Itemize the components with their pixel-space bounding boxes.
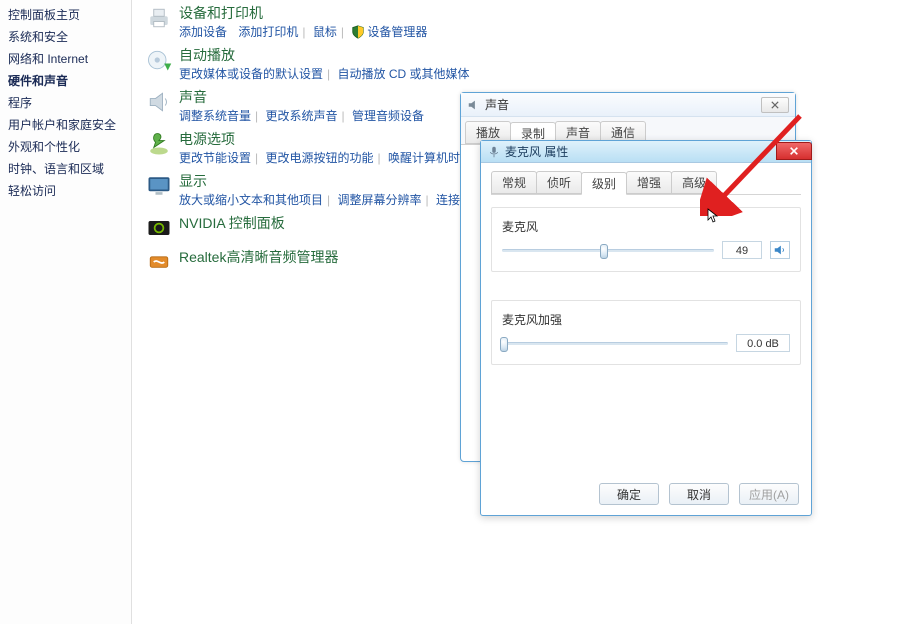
category-autoplay: 自动播放 更改媒体或设备的默认设置| 自动播放 CD 或其他媒体 (145, 44, 908, 82)
nvidia-icon (145, 214, 173, 242)
mic-boost-label: 麦克风加强 (502, 311, 790, 328)
sidebar-item-network-internet[interactable]: 网络和 Internet (8, 50, 131, 72)
sound-dialog-title: 声音 (485, 96, 761, 113)
category-links: 添加设备 添加打印机| 鼠标| 设备管理器 (179, 23, 427, 40)
link-mouse[interactable]: 鼠标 (313, 25, 337, 39)
link-screen-resolution[interactable]: 调整屏幕分辨率 (337, 193, 421, 207)
sound-icon (145, 88, 173, 116)
tab-general[interactable]: 常规 (491, 171, 537, 194)
mic-volume-value[interactable]: 49 (722, 241, 762, 259)
apply-button[interactable]: 应用(A) (739, 483, 799, 505)
sidebar-item-hardware-sound[interactable]: 硬件和声音 (8, 72, 131, 94)
power-icon (145, 130, 173, 158)
tab-advanced[interactable]: 高级 (671, 171, 717, 194)
sidebar-item-clock-language[interactable]: 时钟、语言和区域 (8, 160, 131, 182)
sidebar-item-home[interactable]: 控制面板主页 (8, 6, 131, 28)
mic-dialog-titlebar[interactable]: 麦克风 属性 (481, 141, 811, 163)
sidebar-item-ease-of-access[interactable]: 轻松访问 (8, 182, 131, 204)
mic-volume-group: 麦克风 49 (491, 207, 801, 272)
link-text-size[interactable]: 放大或缩小文本和其他项目 (179, 193, 323, 207)
mic-volume-slider[interactable] (502, 249, 714, 252)
display-icon (145, 172, 173, 200)
mute-button[interactable] (770, 241, 790, 259)
speaker-icon (467, 98, 481, 112)
close-button[interactable] (776, 142, 812, 160)
link-change-power-saving[interactable]: 更改节能设置 (179, 151, 251, 165)
sidebar-item-programs[interactable]: 程序 (8, 94, 131, 116)
category-title[interactable]: 设备和打印机 (179, 4, 427, 22)
mic-dialog-tabs: 常规 侦听 级别 增强 高级 (491, 171, 801, 195)
mic-boost-slider[interactable] (502, 342, 728, 345)
sidebar-item-user-accounts[interactable]: 用户帐户和家庭安全 (8, 116, 131, 138)
category-devices-printers: 设备和打印机 添加设备 添加打印机| 鼠标| 设备管理器 (145, 2, 908, 40)
link-add-printer[interactable]: 添加打印机 (238, 25, 298, 39)
shield-icon (351, 25, 365, 39)
tab-enhancements[interactable]: 增强 (626, 171, 672, 194)
sound-dialog-titlebar[interactable]: 声音 (461, 93, 795, 117)
autoplay-icon (145, 46, 173, 74)
close-button[interactable] (761, 97, 789, 113)
link-device-manager[interactable]: 设备管理器 (367, 25, 427, 39)
link-adjust-volume[interactable]: 调整系统音量 (179, 109, 251, 123)
tab-listen[interactable]: 侦听 (536, 171, 582, 194)
category-title[interactable]: Realtek高清晰音频管理器 (179, 248, 338, 266)
link-manage-audio-devices[interactable]: 管理音频设备 (352, 109, 424, 123)
mic-dialog-title: 麦克风 属性 (505, 143, 776, 160)
link-autoplay-cd[interactable]: 自动播放 CD 或其他媒体 (337, 67, 469, 81)
ok-button[interactable]: 确定 (599, 483, 659, 505)
link-change-power-button[interactable]: 更改电源按钮的功能 (265, 151, 373, 165)
printer-icon (145, 4, 173, 32)
microphone-icon (487, 145, 501, 159)
dialog-buttons: 确定 取消 应用(A) (599, 483, 799, 505)
cancel-button[interactable]: 取消 (669, 483, 729, 505)
category-title[interactable]: NVIDIA 控制面板 (179, 214, 285, 232)
mic-boost-value: 0.0 dB (736, 334, 790, 352)
link-change-media-defaults[interactable]: 更改媒体或设备的默认设置 (179, 67, 323, 81)
mic-properties-dialog: 麦克风 属性 常规 侦听 级别 增强 高级 麦克风 49 (480, 140, 812, 516)
slider-thumb[interactable] (600, 244, 608, 259)
mic-volume-label: 麦克风 (502, 218, 790, 235)
category-title[interactable]: 声音 (179, 88, 424, 106)
sidebar-item-appearance[interactable]: 外观和个性化 (8, 138, 131, 160)
category-title[interactable]: 自动播放 (179, 46, 470, 64)
mic-boost-group: 麦克风加强 0.0 dB (491, 300, 801, 365)
realtek-icon (145, 248, 173, 276)
sidebar: 控制面板主页 系统和安全 网络和 Internet 硬件和声音 程序 用户帐户和… (0, 0, 132, 624)
tab-levels[interactable]: 级别 (581, 172, 627, 195)
link-add-device[interactable]: 添加设备 (179, 25, 227, 39)
slider-thumb[interactable] (500, 337, 508, 352)
sidebar-item-system-security[interactable]: 系统和安全 (8, 28, 131, 50)
link-change-sounds[interactable]: 更改系统声音 (265, 109, 337, 123)
